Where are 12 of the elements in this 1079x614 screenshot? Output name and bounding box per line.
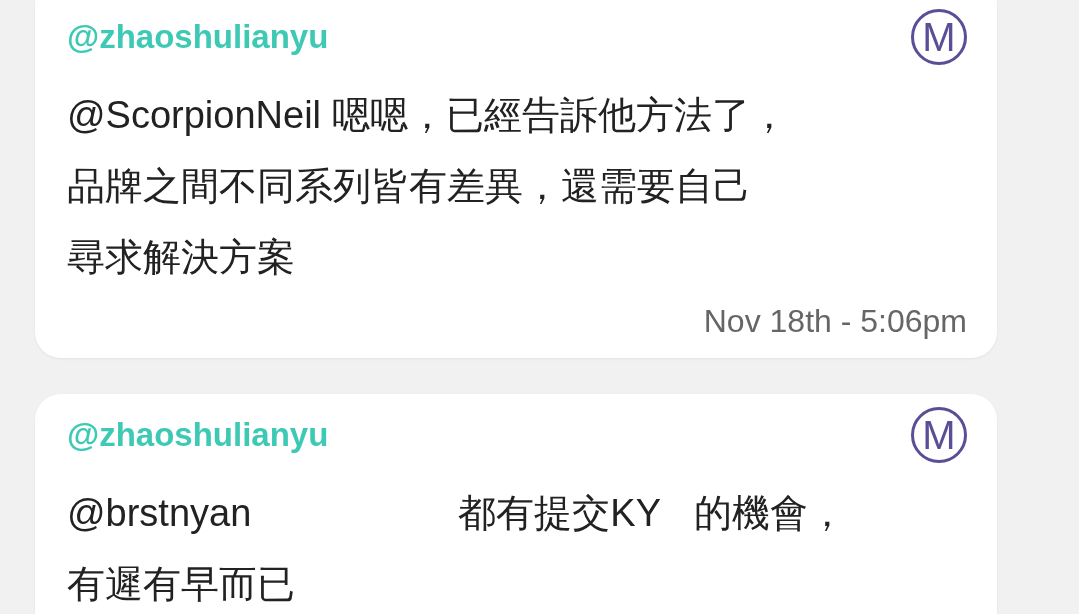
author-handle[interactable]: @zhaoshulianyu: [67, 416, 329, 454]
post-text: 尋求解決方案: [67, 235, 295, 280]
moderator-badge: M: [911, 407, 967, 463]
post-text: @ScorpionNeil 嗯嗯，已經告訴他方法了，: [67, 93, 788, 138]
post-text: 有遲有早而已: [67, 562, 295, 607]
post-text: @brstnyan: [67, 492, 252, 535]
timestamp: Nov 18th - 5:06pm: [703, 303, 967, 340]
post-text: 的機會，: [694, 491, 847, 536]
post-text: 都有提交KY: [458, 491, 662, 536]
post-text: 品牌之間不同系列皆有差異，還需要自己: [67, 164, 751, 209]
author-handle[interactable]: @zhaoshulianyu: [67, 18, 329, 56]
moderator-badge: M: [911, 9, 967, 65]
